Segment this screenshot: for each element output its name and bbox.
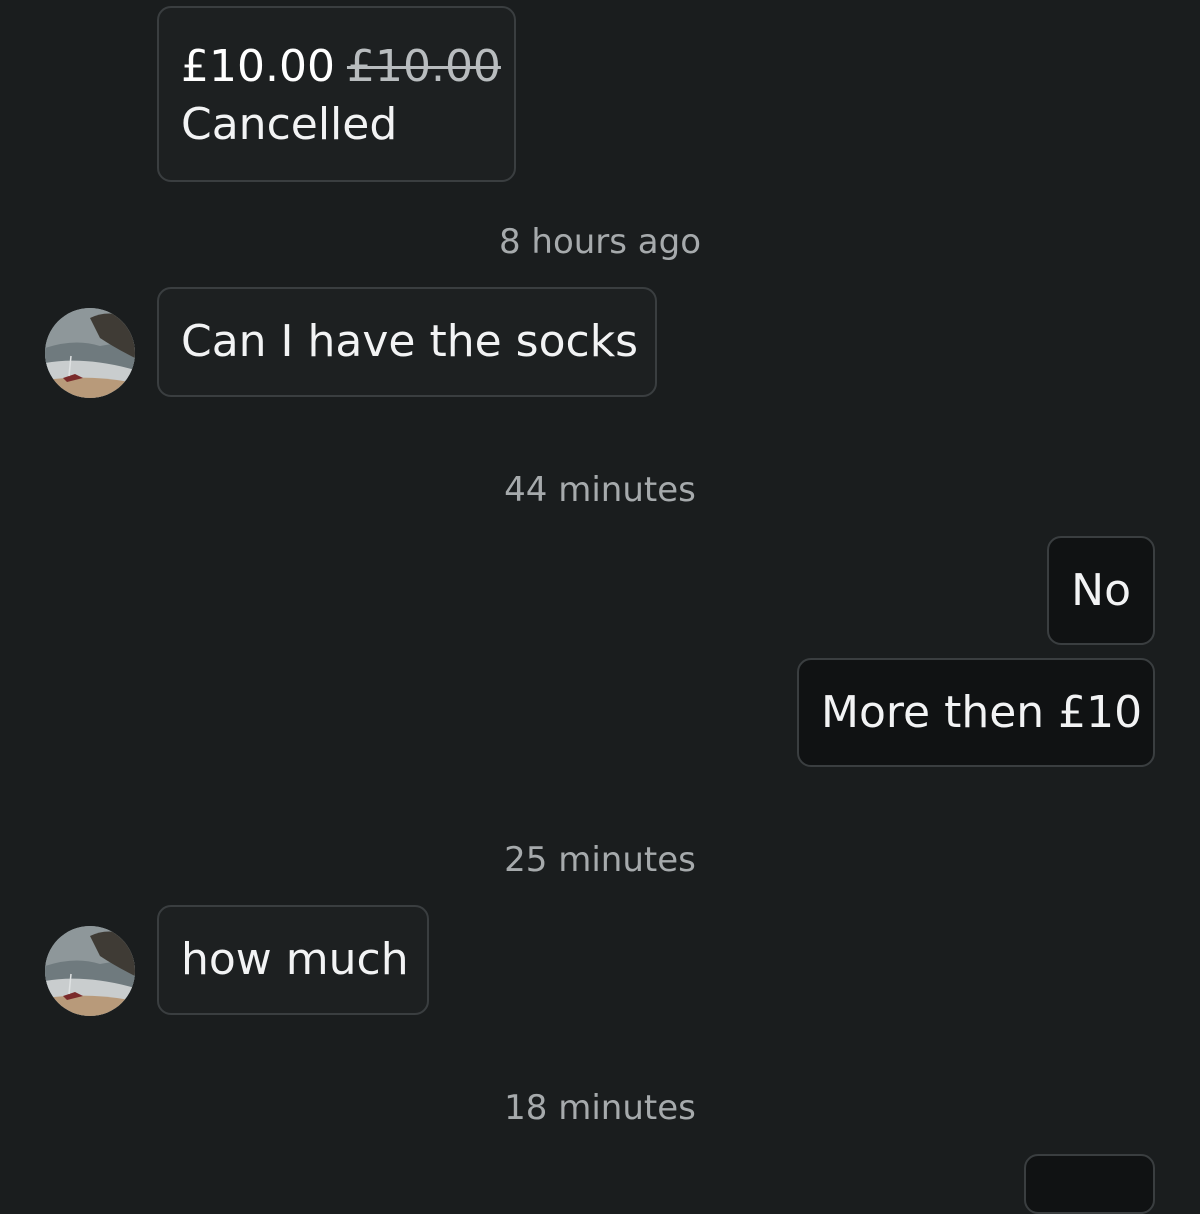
message-timestamp: 44 minutes <box>504 470 696 510</box>
message-bubble-incoming[interactable]: Can I have the socks <box>157 287 657 397</box>
offer-price: £10.00 <box>181 41 335 92</box>
avatar[interactable] <box>45 308 135 398</box>
message-text: More then £10 <box>821 687 1143 738</box>
message-bubble-outgoing[interactable]: No <box>1047 536 1155 645</box>
message-text: Can I have the socks <box>181 316 639 367</box>
message-bubble-incoming[interactable]: how much <box>157 905 429 1015</box>
message-timestamp: 18 minutes <box>504 1088 696 1128</box>
message-bubble-outgoing[interactable]: More then £10 <box>797 658 1155 767</box>
message-timestamp: 25 minutes <box>504 840 696 880</box>
offer-price-row: £10.00 £10.00 <box>181 38 501 96</box>
avatar[interactable] <box>45 926 135 1016</box>
offer-original-price: £10.00 <box>346 41 501 92</box>
offer-status: Cancelled <box>181 99 398 150</box>
beach-photo-avatar-icon <box>45 926 135 1016</box>
offer-card[interactable]: £10.00 £10.00 Cancelled <box>157 6 516 182</box>
message-timestamp: 8 hours ago <box>498 222 702 262</box>
message-text: how much <box>181 934 409 985</box>
beach-photo-avatar-icon <box>45 308 135 398</box>
message-text: No <box>1071 565 1131 616</box>
message-bubble-outgoing[interactable] <box>1024 1154 1155 1214</box>
